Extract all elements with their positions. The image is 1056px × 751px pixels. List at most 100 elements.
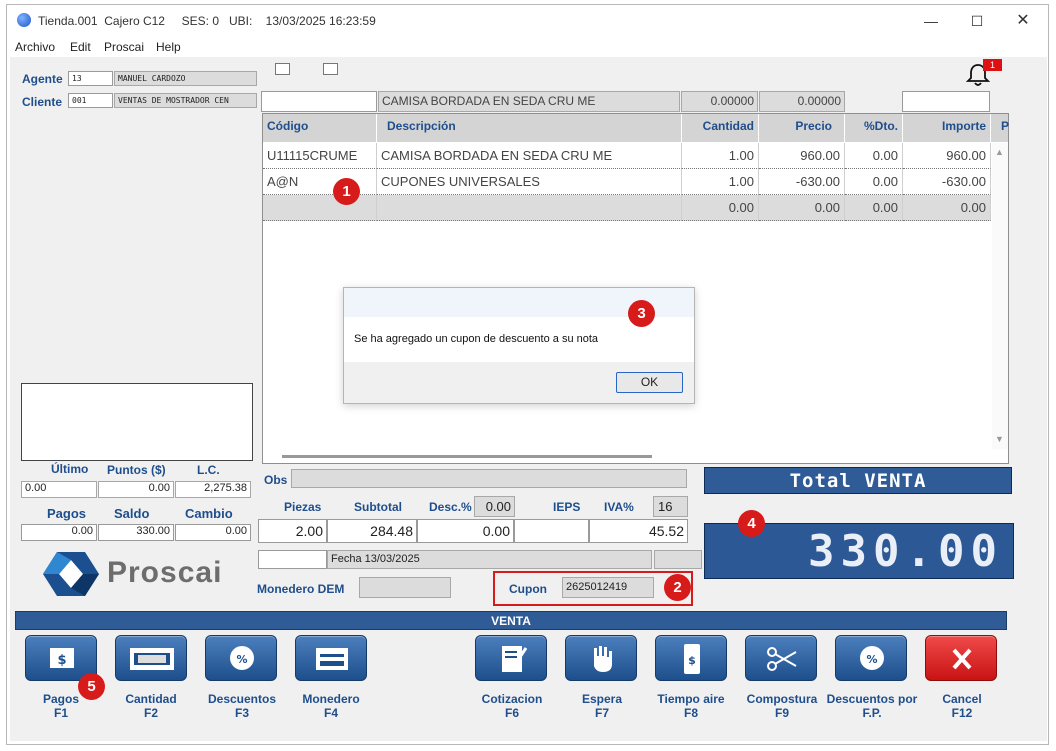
table-row-cell[interactable] [377, 195, 682, 221]
calculator-icon [130, 648, 174, 670]
column-header-codigo[interactable]: Código [263, 114, 377, 142]
dialog-ok-button[interactable]: OK [616, 372, 683, 393]
cancel-button[interactable] [925, 635, 997, 681]
puntos-value: 0.00 [98, 481, 174, 498]
monedero-label: Monedero DEM [257, 582, 345, 596]
subtotal-label: Subtotal [354, 500, 402, 514]
notification-count: 1 [983, 59, 1002, 71]
saldo-value: 330.00 [98, 524, 174, 541]
grid-horizontal-scrollbar[interactable] [282, 455, 652, 458]
cotizacion-button[interactable] [475, 635, 547, 681]
maximize-button[interactable]: ☐ [954, 8, 1000, 34]
menu-edit[interactable]: Edit [70, 40, 91, 54]
tiempo-aire-button[interactable]: $ [655, 635, 727, 681]
table-row-cell[interactable]: -630.00 [903, 169, 991, 195]
table-row-cell[interactable]: 0.00 [845, 169, 903, 195]
lc-value: 2,275.38 [175, 481, 251, 498]
descuentos-button[interactable]: % [205, 635, 277, 681]
iva-label: IVA% [604, 500, 634, 514]
phone-credit-icon: $ [684, 644, 700, 674]
close-window-button[interactable]: ✕ [1000, 8, 1046, 34]
table-row-cell[interactable]: CUPONES UNIVERSALES [377, 169, 682, 195]
proscai-logo-icon [43, 550, 99, 598]
column-header-cantidad[interactable]: Cantidad [682, 114, 759, 142]
cantidad-button[interactable] [115, 635, 187, 681]
ieps-label: IEPS [553, 500, 581, 514]
menu-help[interactable]: Help [156, 40, 181, 54]
scissors-icon [767, 647, 797, 671]
table-row-cell[interactable]: -630.00 [759, 169, 845, 195]
table-row-cell[interactable]: 0.00 [759, 195, 845, 221]
descuentos-button-label: Descuentos F3 [207, 692, 277, 720]
cantidad-button-label: Cantidad F2 [125, 692, 177, 720]
pagos-value: 0.00 [21, 524, 97, 541]
scroll-down-arrow-icon[interactable]: ▼ [995, 434, 1004, 444]
monedero-button[interactable] [295, 635, 367, 681]
puntos-label: Puntos ($) [107, 463, 166, 477]
minimize-button[interactable]: — [908, 8, 954, 34]
section-title: VENTA [15, 611, 1007, 630]
table-row-cell[interactable]: 0.00 [845, 195, 903, 221]
descuentos-fp-button[interactable]: % [835, 635, 907, 681]
table-row-cell[interactable]: U11115CRUME [263, 143, 377, 169]
customer-info-box [21, 383, 253, 461]
percent-icon: % [230, 646, 254, 670]
item-description-display: CAMISA BORDADA EN SEDA CRU ME [378, 91, 680, 112]
iva-pct-field: 16 [653, 496, 688, 517]
table-row-cell[interactable] [263, 195, 377, 221]
scroll-up-arrow-icon[interactable]: ▲ [995, 147, 1004, 157]
cupon-field[interactable]: 2625012419 [562, 577, 654, 598]
espera-button-label: Espera F7 [581, 692, 623, 720]
monedero-field[interactable] [359, 577, 451, 598]
column-header-dto[interactable]: %Dto. [845, 114, 903, 142]
cambio-value: 0.00 [175, 524, 251, 541]
wallet-card-icon [316, 648, 348, 670]
table-row-cell[interactable]: 1.00 [682, 169, 759, 195]
client-name-field: VENTAS DE MOSTRADOR CEN [114, 93, 257, 108]
column-header-p[interactable]: P [991, 114, 1009, 142]
cambio-label: Cambio [185, 506, 233, 521]
ultimo-label: Último [51, 462, 89, 476]
table-row-cell[interactable]: 0.00 [903, 195, 991, 221]
column-header-importe[interactable]: Importe [903, 114, 991, 142]
column-header-precio[interactable]: Precio [759, 114, 845, 142]
client-code-field[interactable]: 001 [68, 93, 113, 108]
total-venta-label: Total VENTA [704, 467, 1012, 494]
window-title: Tienda.001 Cajero C12 SES: 0 UBI: 13/03/… [38, 14, 376, 28]
agent-code-field[interactable]: 13 [68, 71, 113, 86]
saldo-label: Saldo [114, 506, 150, 521]
table-row-cell[interactable]: 1.00 [682, 143, 759, 169]
table-row-cell[interactable]: 960.00 [903, 143, 991, 169]
svg-text:%: % [236, 653, 247, 666]
dialog-message: Se ha agregado un cupon de descuento a s… [354, 333, 599, 345]
obs-field[interactable] [291, 469, 687, 488]
item-code-input[interactable] [261, 91, 377, 112]
column-header-descripcion[interactable]: Descripción [377, 114, 682, 142]
compostura-button[interactable] [745, 635, 817, 681]
option-checkbox-2[interactable] [323, 63, 338, 75]
item-price-display: 0.00000 [759, 91, 845, 112]
menu-proscai[interactable]: Proscai [104, 40, 144, 54]
compostura-button-label: Compostura F9 [746, 692, 818, 720]
ultimo-value: 0.00 [21, 481, 97, 498]
iva-value: 45.52 [589, 519, 688, 543]
option-checkbox-1[interactable] [275, 63, 290, 75]
percent-icon: % [860, 646, 884, 670]
cancel-icon [952, 648, 972, 670]
grid-vertical-scrollbar[interactable] [992, 143, 1008, 449]
subtotal-value: 284.48 [327, 519, 417, 543]
cupon-label: Cupon [509, 582, 547, 596]
agent-name-field: MANUEL CARDOZO [114, 71, 257, 86]
annotation-badge-4: 4 [738, 510, 765, 537]
item-extra-input[interactable] [902, 91, 990, 112]
espera-button[interactable] [565, 635, 637, 681]
table-row-cell[interactable]: 0.00 [845, 143, 903, 169]
desc-label: Desc.% [429, 500, 472, 514]
table-row-cell[interactable]: 960.00 [759, 143, 845, 169]
svg-text:$: $ [688, 654, 696, 667]
hand-icon [594, 646, 612, 672]
tiempo-aire-button-label: Tiempo aire F8 [657, 692, 725, 720]
table-row-cell[interactable]: CAMISA BORDADA EN SEDA CRU ME [377, 143, 682, 169]
menu-archivo[interactable]: Archivo [15, 40, 55, 54]
table-row-cell[interactable]: 0.00 [682, 195, 759, 221]
